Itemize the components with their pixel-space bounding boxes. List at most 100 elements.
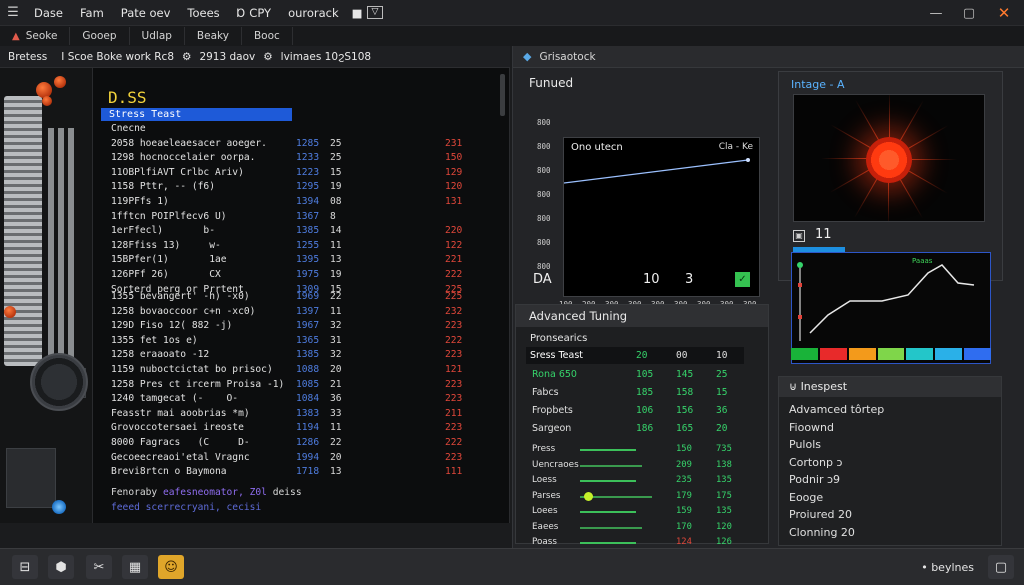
slider-track[interactable] <box>580 480 636 482</box>
slider-row[interactable]: Uencraoes 209 138 <box>526 457 744 474</box>
process-name: 2058 hoeaeleaesacer aoeger. <box>111 137 267 149</box>
sun-icon[interactable]: ☺ <box>158 555 184 579</box>
square-icon[interactable]: ■ <box>348 6 367 20</box>
inspector-item[interactable]: Podnir ɔ9 <box>789 473 840 486</box>
scrollbar[interactable] <box>500 74 505 116</box>
terminal-row[interactable]: 1355 bevangert' -h) -x0) 1969 22 225 <box>93 290 511 304</box>
selected-test[interactable]: Stress Teast <box>101 108 292 121</box>
tuning-row[interactable]: Rona 650 105 145 25 <box>526 366 744 383</box>
inspector-item[interactable]: Advamced tôrtep <box>789 403 884 416</box>
terminal-row[interactable]: Feasstr mai aoobrias *m) 1383 33 211 <box>93 407 511 421</box>
color-swatch[interactable] <box>935 348 963 360</box>
terminal-row[interactable]: 128Ffiss 13) w- 1255 11 122 <box>93 239 511 253</box>
tab-seoke[interactable]: ▲ Seoke <box>0 27 71 45</box>
menu-item-ourorack[interactable]: ourorack <box>280 6 348 20</box>
window-icon[interactable]: ▢ <box>988 555 1014 579</box>
image-view[interactable] <box>793 94 985 222</box>
terminal-row[interactable]: 8000 Fagracs (C D- 1286 22 222 <box>93 436 511 450</box>
close-button[interactable]: ✕ <box>988 0 1020 26</box>
color-swatch[interactable] <box>848 348 876 360</box>
color-swatch[interactable] <box>877 348 905 360</box>
slider-row[interactable]: Parses 179 175 <box>526 488 744 505</box>
settings-icon-2[interactable]: ⚙ <box>263 51 272 63</box>
terminal-row[interactable]: 11OBPlfiAVT Crlbc Ariv) 1223 15 129 <box>93 166 511 180</box>
slider-v3: 175 <box>716 490 732 501</box>
terminal-row[interactable]: 1240 tamgecat (- O- 1084 36 223 <box>93 392 511 406</box>
terminal-row[interactable]: Cnecne <box>93 122 511 136</box>
tab-beaky[interactable]: Beaky <box>185 27 242 45</box>
slider-track[interactable] <box>580 511 636 513</box>
inspector-item[interactable]: Fioownd <box>789 421 834 434</box>
terminal-row[interactable]: 126PFf 26) CX 1975 19 222 <box>93 268 511 282</box>
slider-track[interactable] <box>580 526 642 529</box>
slider-row[interactable]: Press 150 735 <box>526 441 744 458</box>
terminal-row[interactable]: Grovoccotersaei ireoste 1194 11 223 <box>93 421 511 435</box>
image-icon[interactable]: ▣ <box>793 230 805 242</box>
tab-gooep[interactable]: Gooep <box>70 27 130 45</box>
terminal-row[interactable]: 129D Fiso 12( 882 -j) 1967 32 223 <box>93 319 511 333</box>
terminal-row[interactable]: 1158 Pttr, -- (f6) 1295 19 120 <box>93 180 511 194</box>
terminal-row[interactable]: 1258 bovaoccoor c+n -xc0) 1397 11 232 <box>93 305 511 319</box>
tuning-row[interactable]: Sargeon 186 165 20 <box>526 420 744 437</box>
inspector-item[interactable]: Cortonp ɔ <box>789 456 842 469</box>
inspector-item[interactable]: Pulols <box>789 438 821 451</box>
menu-item-fam[interactable]: Fam <box>72 6 113 20</box>
chevron-down-icon[interactable]: ▽ <box>366 6 384 19</box>
process-value-b: 36 <box>330 393 342 405</box>
process-value-a: 1395 <box>296 254 320 266</box>
terminal-panel[interactable]: D.SS Stress Teast Cnecne 2058 hoeaeleaesa… <box>92 68 510 523</box>
process-value-b: 32 <box>330 349 342 361</box>
process-value-c: 222 <box>445 269 463 280</box>
color-swatch[interactable] <box>964 348 992 360</box>
inspector-item[interactable]: Clonning 20 <box>789 526 855 539</box>
terminal-row[interactable]: 1258 Pres ct ircerm Proisa -1) 1085 21 223 <box>93 378 511 392</box>
color-swatch[interactable] <box>906 348 934 360</box>
terminal-row[interactable]: 1258 eraaoato -12 1385 32 223 <box>93 348 511 362</box>
slider-track[interactable] <box>580 464 642 467</box>
terminal-row[interactable]: 1erFfecl) b- 1385 14 220 <box>93 224 511 238</box>
terminal-row[interactable]: 1355 fet 1os e) 1365 31 222 <box>93 334 511 348</box>
minimize-button[interactable]: — <box>920 0 952 26</box>
slider-row[interactable]: Eaees 170 120 <box>526 519 744 536</box>
slider-row[interactable]: Loees 159 135 <box>526 503 744 520</box>
save-icon[interactable]: ⊟ <box>12 555 38 579</box>
settings-icon[interactable]: ⚙ <box>182 51 191 63</box>
menu-item-toees[interactable]: Toees <box>179 6 228 20</box>
terminal-row[interactable]: 2058 hoeaeleaesacer aoeger. 1285 25 231 <box>93 137 511 151</box>
tools-icon[interactable]: ✂ <box>86 555 112 579</box>
adv-header-row[interactable]: Sress Teast 20 00 10 <box>526 347 744 364</box>
process-value-a: 1233 <box>296 152 320 164</box>
terminal-row[interactable]: Gecoeecreaoi'etal Vragnc 1994 20 223 <box>93 451 511 465</box>
status-info: I Scoe Boke work Rc8 <box>61 50 175 63</box>
tuning-row[interactable]: Fabcs 185 158 15 <box>526 384 744 401</box>
tab-udlap[interactable]: Udlap <box>130 27 185 45</box>
app-menu-icon[interactable]: ☰ <box>0 0 26 26</box>
menu-item-pate-oev[interactable]: Pate oev <box>113 6 180 20</box>
menu-item-cpy[interactable]: Ɒ CPY <box>229 6 280 20</box>
inspector-item[interactable]: Proiured 20 <box>789 508 852 521</box>
process-value-a: 1088 <box>296 364 320 375</box>
terminal-row[interactable]: 15BPfer(1) 1ae 1395 13 221 <box>93 253 511 267</box>
menu-item-dase[interactable]: Dase <box>26 6 72 20</box>
terminal-row[interactable]: 1fftcn POIPlfecv6 U) 1367 8 <box>93 210 511 224</box>
tab-booc[interactable]: Booc <box>242 27 293 45</box>
y-tick-label: 800 <box>537 166 551 175</box>
color-swatch[interactable] <box>819 348 847 360</box>
terminal-row[interactable]: 1298 hocnoccelaier oorpa. 1233 25 150 <box>93 151 511 165</box>
maximize-button[interactable]: ▢ <box>953 0 985 26</box>
check-icon[interactable]: ✓ <box>735 272 750 287</box>
terminal-row[interactable]: 1159 nuboctcictat bo prisoc) 1088 20 121 <box>93 363 511 377</box>
capacitor <box>4 306 16 318</box>
grid-icon[interactable]: ▦ <box>122 555 148 579</box>
slider-handle[interactable] <box>584 491 593 501</box>
slider-track[interactable] <box>580 542 636 544</box>
slider-row[interactable]: Loess 235 135 <box>526 472 744 489</box>
slider-track[interactable] <box>580 449 636 451</box>
terminal-row[interactable]: 119PFfs 1) 1394 08 131 <box>93 195 511 209</box>
process-value-b: 08 <box>330 196 342 207</box>
inspector-item[interactable]: Eooge <box>789 491 823 504</box>
box-icon[interactable]: ⬢ <box>48 555 74 579</box>
tuning-row[interactable]: Fropbets 106 156 36 <box>526 402 744 419</box>
color-swatch[interactable] <box>791 348 818 360</box>
terminal-row[interactable]: Brevi8rtcn o Baymona 1718 13 111 <box>93 465 511 479</box>
